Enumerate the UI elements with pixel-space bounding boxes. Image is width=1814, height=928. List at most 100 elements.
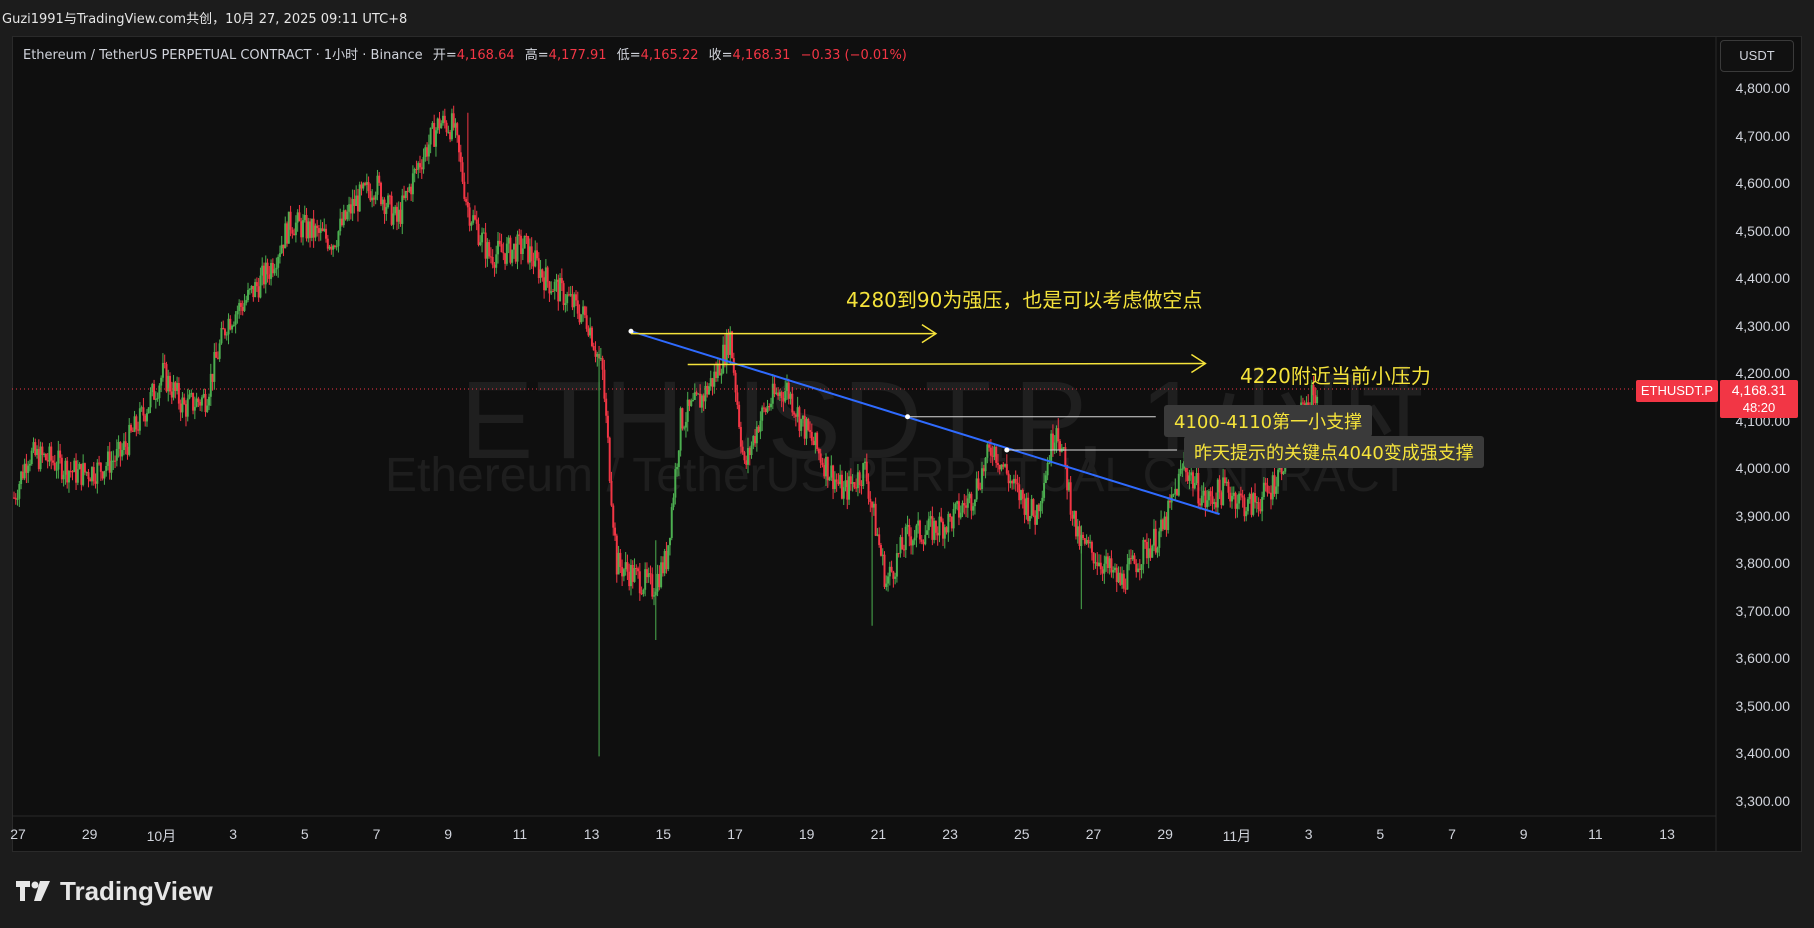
date-tick-label: 27 bbox=[1085, 826, 1102, 842]
candle-body bbox=[468, 207, 471, 226]
candle-body bbox=[1165, 516, 1168, 531]
candle-body bbox=[1050, 433, 1053, 463]
currency-button[interactable]: USDT bbox=[1720, 40, 1794, 72]
candle-body bbox=[665, 550, 668, 570]
candle-body bbox=[1220, 492, 1223, 506]
candle-body bbox=[119, 441, 122, 457]
candle-body bbox=[319, 228, 322, 233]
candle-body bbox=[599, 358, 602, 360]
candle-body bbox=[750, 445, 753, 456]
candle-body bbox=[218, 343, 221, 359]
candle-body bbox=[979, 488, 982, 490]
candle-body bbox=[965, 505, 968, 508]
candle-body bbox=[92, 467, 95, 482]
candle-body bbox=[686, 399, 689, 422]
candle-body bbox=[346, 211, 349, 220]
candle-body bbox=[388, 195, 391, 197]
candle-body bbox=[378, 175, 381, 183]
candle-body bbox=[484, 232, 487, 259]
candle-body bbox=[450, 113, 453, 140]
candle-body bbox=[1314, 395, 1317, 404]
candle-body bbox=[959, 512, 962, 518]
candle-body bbox=[413, 169, 416, 174]
candle-body bbox=[794, 414, 797, 417]
candle-body bbox=[365, 182, 368, 185]
candle-body bbox=[151, 383, 154, 393]
candle-body bbox=[1275, 486, 1278, 494]
date-tick-label: 11月 bbox=[1222, 828, 1252, 844]
candle-body bbox=[810, 431, 813, 441]
candle-body bbox=[773, 383, 776, 395]
candle-body bbox=[105, 465, 108, 472]
candle-body bbox=[846, 480, 849, 500]
candle-body bbox=[392, 213, 395, 225]
price-tick-label: 3,700.00 bbox=[1735, 602, 1791, 619]
candle-body bbox=[20, 471, 23, 485]
price-chart[interactable] bbox=[0, 0, 1814, 928]
date-tick-label: 21 bbox=[870, 826, 887, 842]
candle-body bbox=[131, 430, 134, 432]
candle-body bbox=[406, 190, 409, 192]
candle-body bbox=[1154, 528, 1157, 553]
candle-body bbox=[403, 195, 406, 198]
candle-body bbox=[18, 484, 21, 499]
date-tick-label: 27 bbox=[10, 826, 26, 842]
candle-body bbox=[1044, 475, 1047, 483]
candle-body bbox=[720, 373, 723, 376]
date-tick-label: 5 bbox=[300, 826, 309, 842]
candle-body bbox=[555, 279, 558, 282]
candle-body bbox=[1074, 510, 1077, 537]
candle-body bbox=[973, 499, 976, 507]
candle-body bbox=[126, 446, 129, 455]
candle-body bbox=[57, 450, 60, 470]
candle-body bbox=[536, 250, 539, 259]
candle-body bbox=[885, 583, 888, 587]
annotation-strong-resistance[interactable]: 4280到90为强压，也是可以考虑做空点 bbox=[846, 284, 1202, 313]
candle-body bbox=[1094, 562, 1097, 564]
candle-body bbox=[1067, 482, 1070, 491]
candle-body bbox=[154, 398, 157, 400]
date-tick-label: 7 bbox=[1448, 826, 1456, 842]
candle-body bbox=[610, 481, 613, 506]
candle-body bbox=[702, 395, 705, 402]
candle-body bbox=[761, 407, 764, 421]
price-tick-label: 4,300.00 bbox=[1735, 317, 1791, 334]
candle-body bbox=[301, 220, 304, 238]
annotation-strong-support[interactable]: 昨天提示的关键点4040变成强支撑 bbox=[1184, 436, 1484, 468]
symbol-legend[interactable]: Ethereum / TetherUS PERPETUAL CONTRACT ·… bbox=[23, 44, 907, 63]
annotation-first-support[interactable]: 4100-4110第一小支撑 bbox=[1164, 405, 1373, 437]
candle-body bbox=[449, 132, 452, 140]
candle-body bbox=[550, 291, 553, 294]
candle-body bbox=[1066, 465, 1069, 491]
candle-body bbox=[911, 540, 914, 546]
candle-body bbox=[521, 248, 524, 254]
tradingview-brand[interactable]: TradingView bbox=[14, 874, 213, 908]
candle-body bbox=[316, 225, 319, 229]
candle-body bbox=[362, 183, 365, 189]
candle-body bbox=[849, 476, 852, 484]
date-tick-label: 19 bbox=[798, 826, 815, 842]
candle-body bbox=[1115, 567, 1118, 583]
candle-body bbox=[943, 527, 946, 539]
candle-body bbox=[1126, 564, 1129, 590]
candle-body bbox=[1083, 538, 1086, 544]
candle-body bbox=[1135, 563, 1138, 573]
candle-body bbox=[287, 211, 290, 244]
candle-body bbox=[426, 147, 429, 157]
candle-body bbox=[1188, 475, 1191, 481]
candle-body bbox=[1124, 588, 1127, 590]
candle-body bbox=[1158, 531, 1161, 548]
candle-body bbox=[805, 418, 808, 439]
candle-body bbox=[30, 450, 33, 465]
annotation-small-resistance[interactable]: 4220附近当前小压力 bbox=[1240, 360, 1431, 389]
candle-body bbox=[842, 487, 845, 499]
legend-symbol[interactable]: Ethereum / TetherUS PERPETUAL CONTRACT ·… bbox=[23, 48, 423, 63]
candle-body bbox=[236, 311, 239, 315]
candle-body bbox=[791, 393, 794, 413]
candle-body bbox=[929, 516, 932, 519]
candle-body bbox=[1138, 568, 1141, 570]
candle-body bbox=[454, 123, 457, 128]
candle-body bbox=[707, 386, 710, 395]
candle-body bbox=[1108, 558, 1111, 569]
candle-body bbox=[800, 419, 803, 431]
